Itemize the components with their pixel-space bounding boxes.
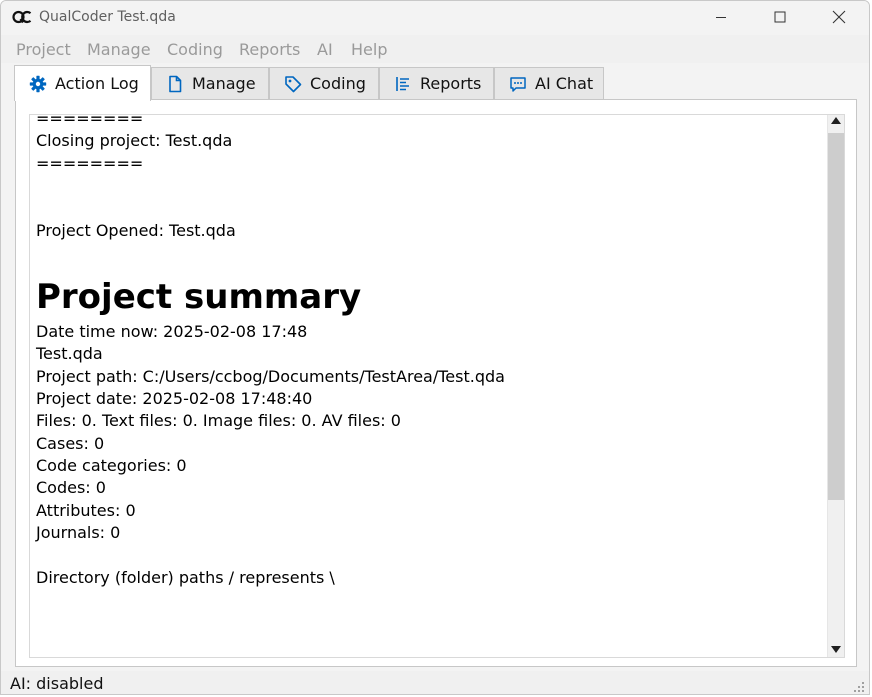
list-icon xyxy=(394,75,412,93)
log-project-opened: Project Opened: Test.qda xyxy=(36,220,236,240)
summary-footer: Directory (folder) paths / represents \ xyxy=(36,568,335,588)
status-bar: AI: disabled xyxy=(1,671,869,694)
qualcoder-logo-icon xyxy=(12,10,32,24)
summary-line: Date time now: 2025-02-08 17:48 xyxy=(36,321,308,341)
menu-bar: Project Manage Coding Reports AI Help xyxy=(1,35,869,63)
summary-line: Code categories: 0 xyxy=(36,456,187,476)
summary-line: Project path: C:/Users/ccbog/Documents/T… xyxy=(36,366,505,386)
maximize-icon xyxy=(774,11,786,23)
summary-heading: Project summary xyxy=(36,276,362,317)
menu-manage[interactable]: Manage xyxy=(87,40,151,59)
log-separator: ======== xyxy=(36,153,144,173)
document-icon xyxy=(166,75,184,93)
tag-icon xyxy=(284,75,302,93)
tab-manage-label: Manage xyxy=(192,74,256,93)
summary-line: Attributes: 0 xyxy=(36,500,136,520)
scrollbar-thumb[interactable] xyxy=(828,133,844,500)
main-window: QualCoder Test.qda Project Manage Coding… xyxy=(0,0,870,695)
tab-reports-label: Reports xyxy=(420,74,482,93)
action-log-panel: ======== Closing project: Test.qda =====… xyxy=(15,99,857,667)
title-bar: QualCoder Test.qda xyxy=(1,1,869,35)
summary-line: Project date: 2025-02-08 17:48:40 xyxy=(36,388,313,408)
scroll-down-arrow-icon[interactable] xyxy=(831,646,841,653)
summary-line: Journals: 0 xyxy=(36,523,121,543)
menu-reports[interactable]: Reports xyxy=(239,40,300,59)
maximize-button[interactable] xyxy=(757,1,803,33)
summary-line: Test.qda xyxy=(36,344,103,364)
tab-ai-chat-label: AI Chat xyxy=(535,74,594,93)
close-button[interactable] xyxy=(816,1,862,33)
close-icon xyxy=(832,10,846,24)
menu-help[interactable]: Help xyxy=(351,40,387,59)
window-title: QualCoder Test.qda xyxy=(39,9,176,25)
summary-line: Files: 0. Text files: 0. Image files: 0.… xyxy=(36,411,401,431)
scroll-up-arrow-icon[interactable] xyxy=(831,117,841,124)
gear-icon xyxy=(29,75,47,93)
action-log-text[interactable]: ======== Closing project: Test.qda =====… xyxy=(29,114,845,658)
status-text: AI: disabled xyxy=(10,674,104,693)
summary-line: Cases: 0 xyxy=(36,433,105,453)
menu-project[interactable]: Project xyxy=(16,40,71,59)
tab-action-log[interactable]: Action Log xyxy=(14,65,151,101)
menu-ai[interactable]: AI xyxy=(317,40,333,59)
tab-coding[interactable]: Coding xyxy=(269,67,379,99)
tab-coding-label: Coding xyxy=(310,74,366,93)
tab-ai-chat[interactable]: AI Chat xyxy=(494,67,604,99)
tab-bar: Action Log Manage Coding Reports AI Chat xyxy=(1,63,869,101)
tab-manage[interactable]: Manage xyxy=(151,67,269,99)
minimize-icon xyxy=(716,17,726,18)
summary-line: Codes: 0 xyxy=(36,478,106,498)
tab-action-log-label: Action Log xyxy=(55,74,139,93)
chat-icon xyxy=(509,75,527,93)
minimize-button[interactable] xyxy=(698,1,744,33)
resize-grip-icon[interactable] xyxy=(853,681,865,693)
vertical-scrollbar[interactable] xyxy=(827,115,844,657)
tab-reports[interactable]: Reports xyxy=(379,67,494,99)
log-closing-project: Closing project: Test.qda xyxy=(36,131,233,151)
log-content: ======== Closing project: Test.qda =====… xyxy=(36,114,824,589)
log-separator: ======== xyxy=(36,114,144,128)
menu-coding[interactable]: Coding xyxy=(167,40,223,59)
